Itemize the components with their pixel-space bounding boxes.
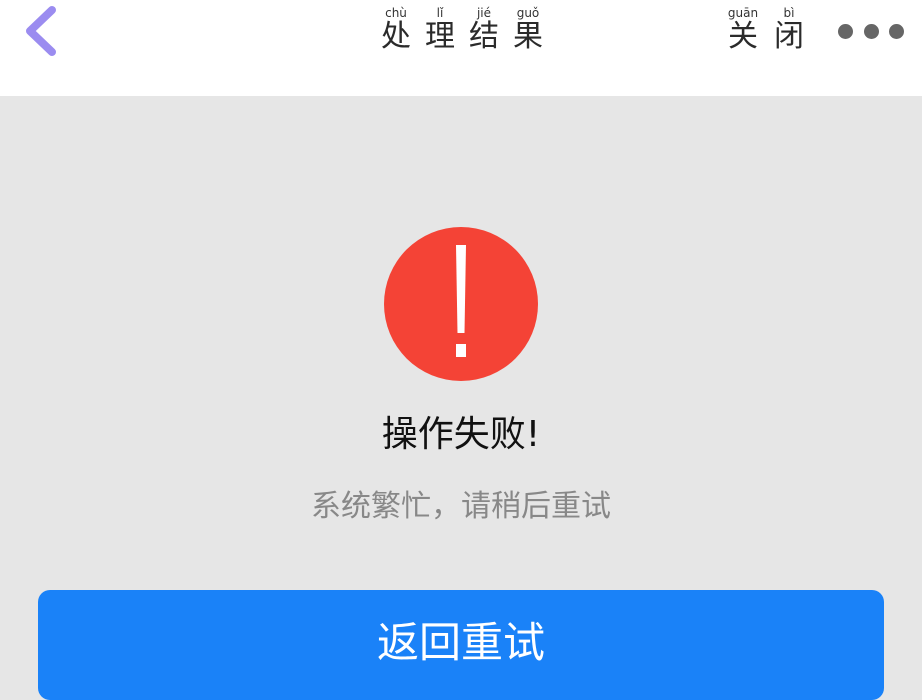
title-char: chù 处: [374, 6, 418, 54]
close-char: guān 关: [720, 6, 766, 54]
title-char: jié 结: [462, 6, 506, 54]
title-char: guǒ 果: [506, 6, 550, 54]
close-hanzi: 关: [728, 19, 758, 54]
more-button[interactable]: [838, 18, 904, 44]
page-title: chù 处 lǐ 理 jié 结 guǒ 果: [374, 6, 550, 54]
title-hanzi: 结: [469, 19, 499, 54]
close-char: bì 闭: [766, 6, 812, 54]
close-pinyin: guān: [727, 6, 759, 20]
title-pinyin: guǒ: [516, 6, 540, 20]
title-pinyin: lǐ: [436, 6, 444, 20]
top-nav-bar: chù 处 lǐ 理 jié 结 guǒ 果 guān 关 bì 闭: [0, 0, 922, 96]
back-button[interactable]: [18, 4, 66, 56]
result-description: 系统繁忙，请稍后重试: [311, 489, 611, 524]
error-exclamation-icon: [384, 227, 538, 381]
title-hanzi: 处: [381, 19, 411, 54]
title-hanzi: 果: [513, 19, 543, 54]
title-hanzi: 理: [425, 19, 455, 54]
more-dots-icon: [863, 23, 879, 39]
close-hanzi: 闭: [774, 19, 804, 54]
more-dots-icon: [838, 23, 853, 39]
close-button[interactable]: guān 关 bì 闭: [720, 6, 812, 54]
title-char: lǐ 理: [418, 6, 462, 54]
close-pinyin: bì: [783, 6, 795, 20]
retry-button[interactable]: 返回重试: [38, 590, 884, 700]
chevron-left-icon: [26, 6, 56, 56]
more-dots-icon: [889, 23, 904, 39]
title-pinyin: chù: [385, 6, 407, 20]
title-pinyin: jié: [476, 6, 492, 20]
result-title: 操作失败!: [381, 414, 541, 455]
